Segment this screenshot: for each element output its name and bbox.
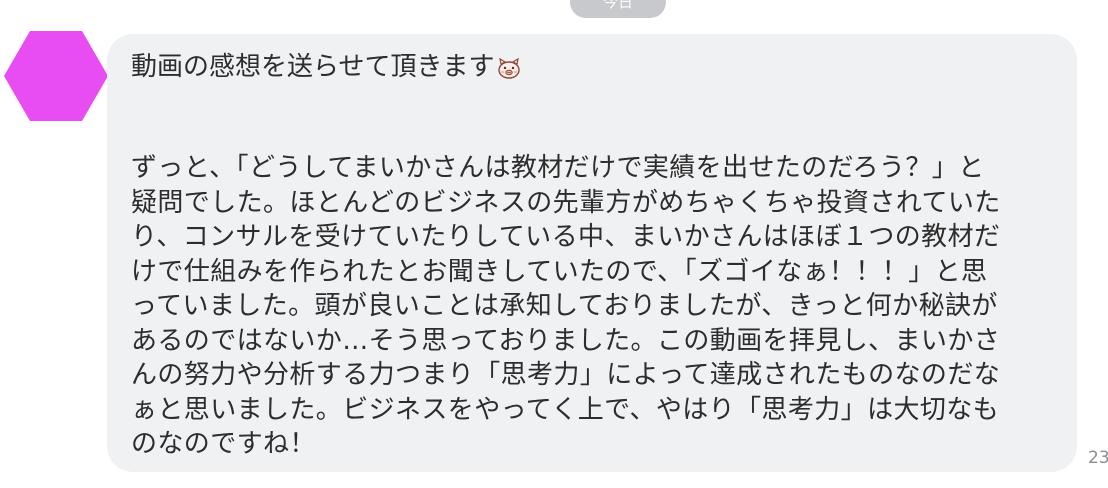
message-body: ずっと、「どうしてまいかさんは教材だけで実績を出せたのだろう？」と 疑問でした。… [131, 151, 1053, 462]
message-line: あるのではないか…そう思っておりました。この動画を拝見し、まいかさ [131, 325, 1001, 356]
avatar[interactable] [4, 31, 108, 121]
pig-face-icon [498, 57, 521, 79]
message-line: のなのですね！ [131, 429, 316, 459]
message-greeting: 動画の感想を送らせて頂きます [131, 50, 522, 84]
chat-area: 今日 動画の感想を送らせて頂きます ずっと、「どうしてまいかさんは教材だけで実績… [0, 0, 1108, 488]
message-line: けで仕組みを作られたとお聞きしていたので、「ズゴイなぁ！！！」と思 [131, 256, 988, 287]
message-bubble[interactable]: 動画の感想を送らせて頂きます ずっと、「どうしてまいかさんは教材だけで実績を出せ… [107, 34, 1077, 472]
message-line: んの努力や分析する力つまり「思考力」によって達成されたものなのだな [131, 360, 1001, 390]
message-line: ぁと思いました。ビジネスをやってく上で、やはり「思考力」は大切なも [131, 394, 1000, 425]
greeting-text: 動画の感想を送らせて頂きます [131, 52, 495, 82]
date-separator: 今日 [570, 0, 666, 18]
message-line: っていました。頭が良いことは承知しておりましたが、きっと何か秘訣が [131, 291, 998, 321]
message-line: ずっと、「どうしてまいかさんは教材だけで実績を出せたのだろう？」と [131, 153, 985, 183]
avatar-hexagon [4, 31, 108, 121]
message-line: 疑問でした。ほとんどのビジネスの先輩方がめちゃくちゃ投資されていた [131, 187, 1001, 218]
message-line: り、コンサルを受けていたりしている中、まいかさんはほぼ１つの教材だ [131, 222, 1001, 252]
message-timestamp: 23 [1088, 448, 1108, 468]
